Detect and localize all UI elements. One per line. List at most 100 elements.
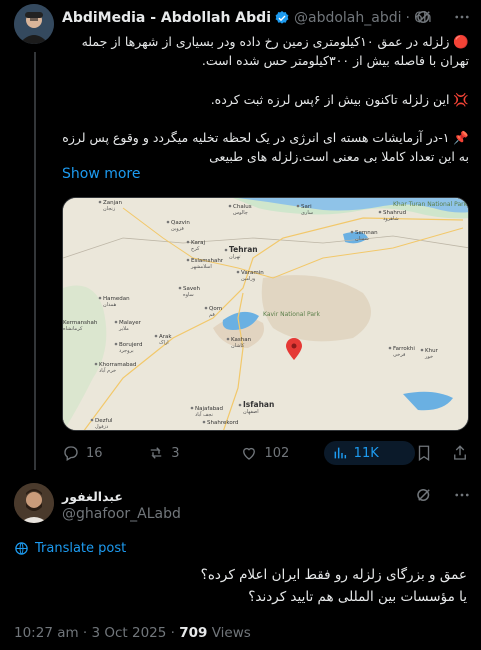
repost-button[interactable]: 3 xyxy=(147,444,236,462)
map-city-dot-tehran xyxy=(224,248,228,252)
map-label-fa-varamin: ورامین xyxy=(241,276,256,282)
like-count: 102 xyxy=(264,445,290,461)
tweet-paragraph-3: 📌 ۱-در آزمایشات هسته ای انرژی در یک لحظه… xyxy=(62,128,469,166)
map-image[interactable]: Zanjan زنجان Chalus چالوس Sari ساری Shahrud شاه… xyxy=(62,197,469,431)
tweet-text-2: این زلزله تاکنون بیش از ۶پس لرزه ثبت کرد… xyxy=(210,92,450,107)
reply-author-handle[interactable]: @ghafoor_ALabd xyxy=(62,506,181,522)
views-button[interactable]: 11K xyxy=(323,441,415,465)
map-label-fa-hamedan: همدان xyxy=(103,302,117,308)
heart-icon xyxy=(243,447,256,460)
map-label-fa-saveh: ساوه xyxy=(183,292,194,298)
map-city-dot-hamedan xyxy=(98,296,102,300)
reply-text-2: یا مؤسسات بین المللی هم تایید کردند؟ xyxy=(248,589,467,605)
map-label-fa-karaj: کرج xyxy=(191,246,200,252)
bookmark-icon[interactable] xyxy=(415,444,433,462)
turan-label: Khar Turan National Park xyxy=(393,201,468,208)
views-count: 11K xyxy=(353,445,379,461)
map-label-fa-farrokhi: فرخی xyxy=(393,352,406,358)
map-label-fa-malayer: ملایر xyxy=(118,326,129,332)
more-options-icon[interactable] xyxy=(453,8,471,26)
map-city-dot-eslamshahr xyxy=(186,258,190,262)
map-city-dot-qazvin xyxy=(166,220,170,224)
repost-icon xyxy=(150,447,162,459)
map-label-fa-zanjan: زنجان xyxy=(103,206,116,212)
map-city-dot-chalus xyxy=(228,204,232,208)
translate-label: Translate post xyxy=(35,541,127,556)
author-handle[interactable]: @abdolah_abdi xyxy=(294,10,402,26)
tweet-text-1: زلزله در عمق ۱۰کیلومتری زمین رخ داده ودر… xyxy=(81,34,469,68)
map-city-dot-malayer xyxy=(114,320,118,324)
reply-author-name[interactable]: عبدالغفور xyxy=(62,489,123,504)
avatar[interactable] xyxy=(14,4,54,44)
tweet-actions: 16 3 102 11K xyxy=(62,441,469,465)
reply-button[interactable]: 16 xyxy=(62,444,147,462)
map-label-fa-shahrud: شاهرود xyxy=(383,216,399,222)
map-city-dot-zanjan xyxy=(98,200,102,204)
map-city-dot-kashan xyxy=(226,337,230,341)
reply-header: عبدالغفور @ghafoor_ALabd xyxy=(62,486,471,522)
map-label-isfahan: Isfahan xyxy=(243,400,274,409)
author-name[interactable]: AbdiMedia - Abdollah Abdi xyxy=(62,10,271,26)
post-view-count: 709 xyxy=(179,625,208,641)
translate-icon xyxy=(15,542,28,555)
red-circle-icon: 🔴 xyxy=(449,34,469,49)
thread-connector xyxy=(34,52,36,470)
grok-icon[interactable] xyxy=(415,8,433,26)
reply-icon xyxy=(64,446,78,461)
pushpin-icon: 📌 xyxy=(449,130,469,145)
show-more-link[interactable]: Show more xyxy=(62,166,141,182)
map-city-dot-borujerd xyxy=(114,342,118,346)
share-icon[interactable] xyxy=(451,444,469,462)
tweet-paragraph-2: 💢 این زلزله تاکنون بیش از ۶پس لرزه ثبت ک… xyxy=(62,90,469,109)
map-city-dot-semnan xyxy=(350,230,354,234)
map-label-fa-chalus: چالوس xyxy=(233,210,248,216)
post-metadata: 10:27 am · 3 Oct 2025 · 709 Views xyxy=(14,625,251,641)
map-label-fa-borujerd: بروجرد xyxy=(119,348,134,354)
map-label-fa-khorramabad: خرم آباد xyxy=(99,367,116,374)
map-label-fa-sari: ساری xyxy=(301,210,313,216)
map-label-fa-khur: خور xyxy=(424,354,433,360)
map-city-dot-khorramabad xyxy=(94,362,98,366)
map-label-fa-qazvin: قزوین xyxy=(171,226,184,232)
map-city-dot-khur xyxy=(420,348,424,352)
map-city-dot-isfahan xyxy=(238,403,242,407)
post-views-label: Views xyxy=(207,625,251,641)
grok-icon[interactable] xyxy=(415,486,433,504)
map-label-fa-dezful: دزفول xyxy=(95,424,108,430)
reply-count: 16 xyxy=(86,445,103,461)
map-city-dot-arak xyxy=(154,334,158,338)
map-city-dot-saveh xyxy=(178,286,182,290)
map-city-dot-farrokhi xyxy=(388,346,392,350)
post-timestamp[interactable]: 10:27 am · 3 Oct 2025 · xyxy=(14,625,179,641)
map-label-fa-najafabad: نجف آباد xyxy=(195,411,213,418)
collision-icon: 💢 xyxy=(449,92,469,107)
extra-actions xyxy=(415,444,469,462)
map-canvas: Zanjanزنجان ChalusچالوسSariساری Shahrudشاه… xyxy=(63,198,468,430)
tweet-header: AbdiMedia - Abdollah Abdi @abdolah_abdi … xyxy=(62,8,471,28)
map-city-dot-shahrud xyxy=(378,210,382,214)
reply-text-1: عمق و بزرگای زلزله رو فقط ایران اعلام کر… xyxy=(200,567,467,583)
map-label-fa-kermanshah: کرمانشاه xyxy=(63,326,83,332)
avatar-image xyxy=(14,4,54,44)
map-label-tehran: Tehran xyxy=(229,245,258,254)
reply-avatar[interactable] xyxy=(14,483,54,523)
map-label-shahrekord: Shahrekord xyxy=(207,420,238,426)
map-label-fa-qom: قم xyxy=(209,312,215,318)
map-city-dot-varamin xyxy=(236,270,240,274)
kavir-label: Kavir National Park xyxy=(263,311,320,318)
map-label-fa-tehran: تهران xyxy=(229,254,241,260)
map-city-dot-shahrekord xyxy=(202,420,206,424)
map-label-fa-eslamshahr: اسلامشهر xyxy=(190,264,212,270)
like-button[interactable]: 102 xyxy=(240,444,325,462)
dot-separator: · xyxy=(405,10,410,26)
map-city-dot-sari xyxy=(296,204,300,208)
more-options-icon[interactable] xyxy=(453,486,471,504)
map-label-fa-arak: اراک xyxy=(159,339,169,346)
tweet-text-3: ۱-در آزمایشات هسته ای انرژی در یک لحظه ت… xyxy=(62,130,469,164)
repost-count: 3 xyxy=(171,445,180,461)
map-city-dot-qom xyxy=(204,306,208,310)
translate-post-link[interactable]: Translate post xyxy=(14,541,126,556)
map-city-dot-karaj xyxy=(186,240,190,244)
map-label-fa-semnan: سمنان xyxy=(355,236,369,242)
reply-avatar-image xyxy=(14,483,54,523)
